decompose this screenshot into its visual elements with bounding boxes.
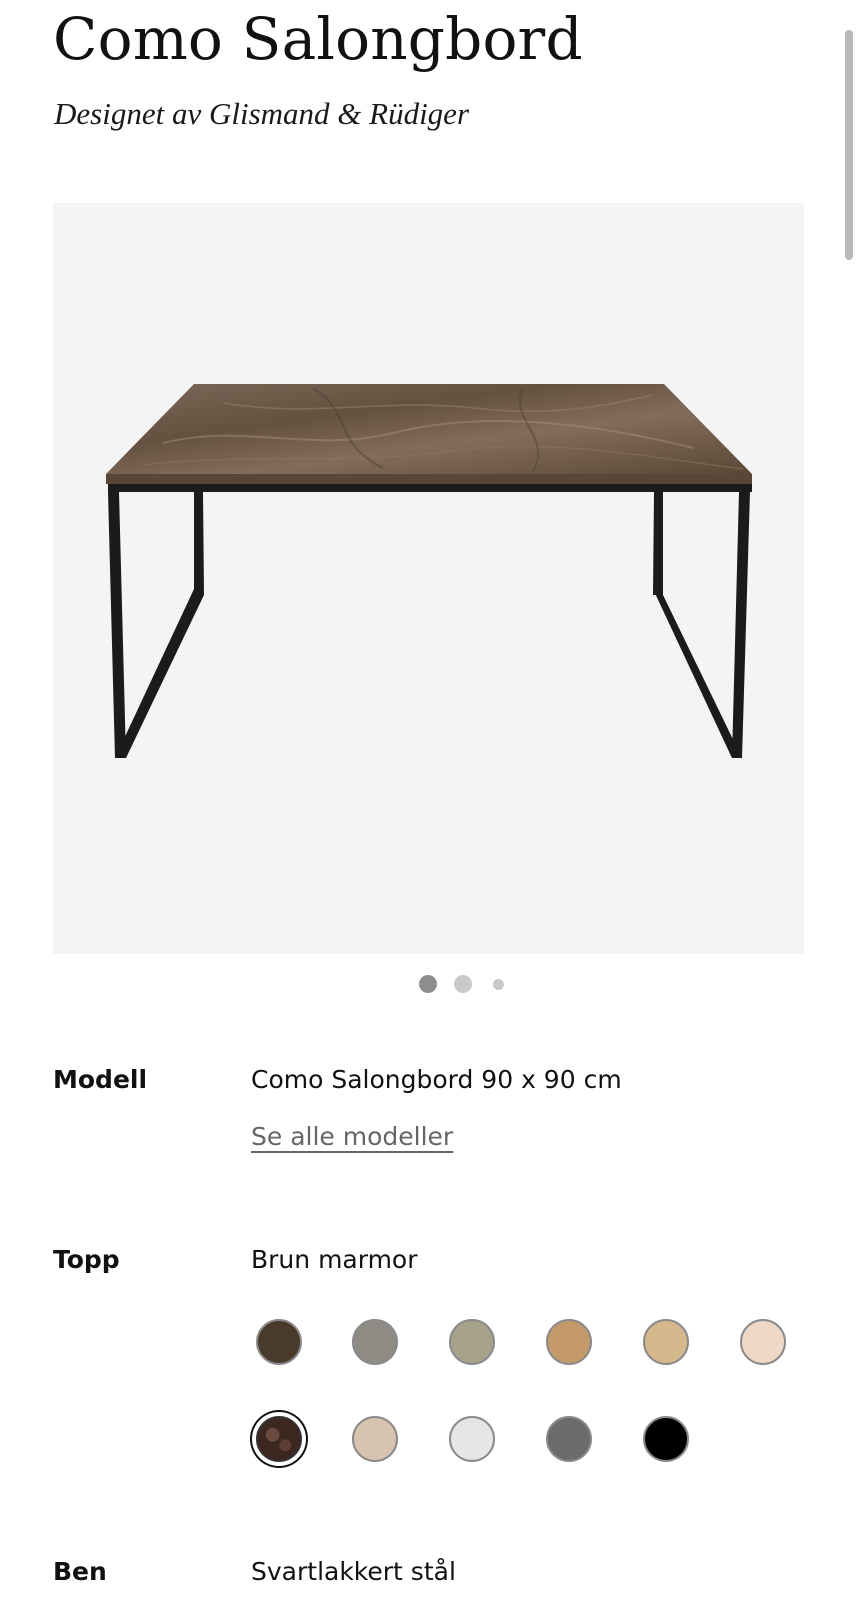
swatch-grey-stone[interactable]	[352, 1319, 398, 1365]
swatch-oak[interactable]	[546, 1319, 592, 1365]
coffee-table-image	[106, 384, 752, 758]
model-value: Como Salongbord 90 x 90 cm	[251, 1065, 622, 1094]
gallery-dot-1[interactable]	[419, 975, 437, 993]
table-leg-right-rear	[653, 492, 663, 595]
product-image-gallery[interactable]	[53, 203, 804, 954]
table-leg-right-diagonal	[653, 589, 742, 758]
product-designer: Designet av Glismand & Rüdiger	[54, 96, 470, 131]
swatch-sage-stone[interactable]	[449, 1319, 495, 1365]
page-scrollbar[interactable]	[842, 0, 856, 1600]
table-top-edge	[106, 474, 752, 484]
swatch-dark-walnut[interactable]	[256, 1319, 302, 1365]
top-value: Brun marmor	[251, 1245, 418, 1274]
scrollbar-thumb[interactable]	[845, 30, 853, 260]
swatch-beige-marble[interactable]	[352, 1416, 398, 1462]
swatch-white[interactable]	[449, 1416, 495, 1462]
see-all-models-link[interactable]: Se alle modeller	[251, 1121, 453, 1153]
product-title: Como Salongbord	[53, 5, 583, 73]
table-frame	[108, 484, 752, 492]
swatch-light-rose[interactable]	[740, 1319, 786, 1365]
table-leg-left-diagonal	[115, 589, 204, 758]
swatch-light-oak[interactable]	[643, 1319, 689, 1365]
table-leg-right-front	[732, 492, 750, 758]
model-label: Modell	[53, 1065, 148, 1094]
swatch-grey-marble[interactable]	[546, 1416, 592, 1462]
gallery-pagination	[0, 974, 856, 994]
top-label: Topp	[53, 1245, 120, 1274]
table-leg-left-rear	[194, 492, 204, 595]
legs-value: Svartlakkert stål	[251, 1557, 456, 1586]
legs-label: Ben	[53, 1557, 107, 1586]
swatch-brown-marble[interactable]	[256, 1416, 302, 1462]
swatch-black[interactable]	[643, 1416, 689, 1462]
gallery-dot-2[interactable]	[454, 975, 472, 993]
table-leg-left-front	[108, 492, 126, 758]
gallery-dot-3[interactable]	[493, 979, 504, 990]
